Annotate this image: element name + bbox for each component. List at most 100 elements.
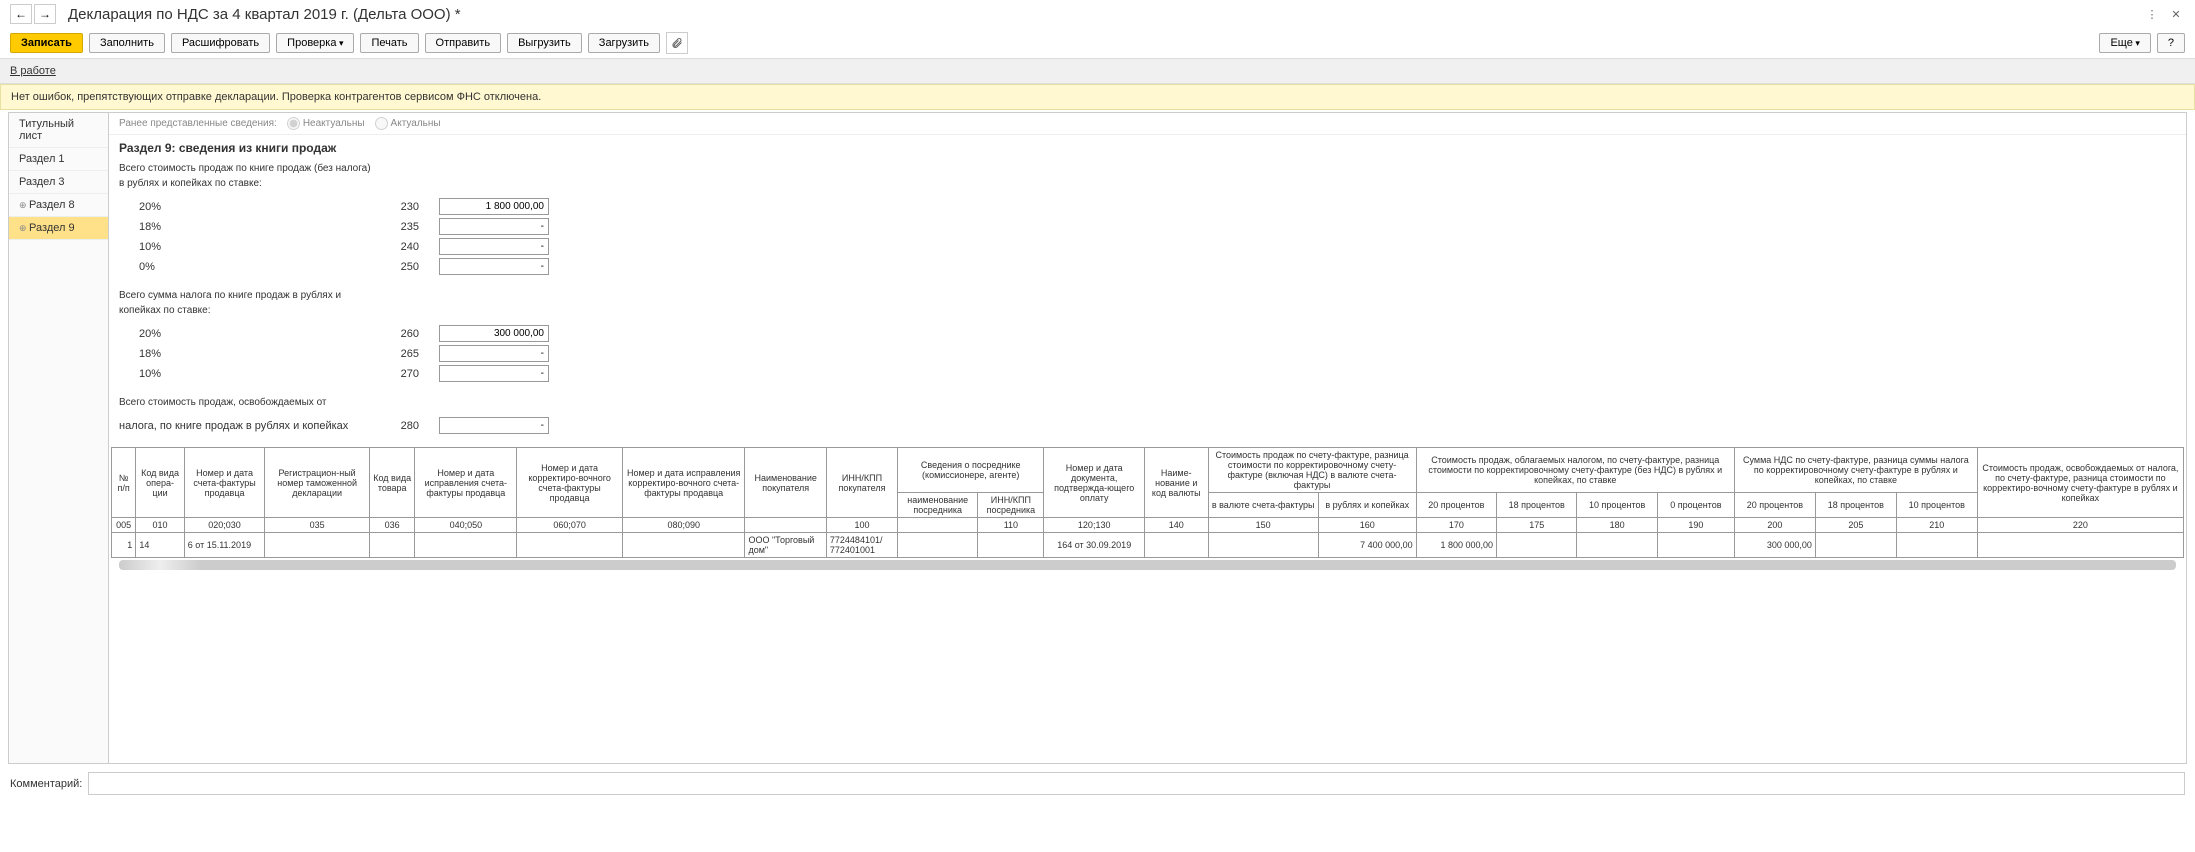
tax-10-value[interactable] [439, 365, 549, 382]
radio-actual[interactable]: Актуальны [375, 117, 441, 130]
exempt-value[interactable] [439, 417, 549, 434]
cell-sf: 6 от 15.11.2019 [184, 533, 265, 558]
exempt-code: 280 [379, 420, 419, 432]
rate-20-value[interactable] [439, 198, 549, 215]
th-n10: 10 процентов [1896, 493, 1977, 518]
code-c15d: 190 [1657, 518, 1734, 533]
th-sum-cur: в валюте счета-фактуры [1208, 493, 1318, 518]
rate-10-label: 10% [119, 241, 379, 253]
desc-sales-b: в рублях и копейках по ставке: [109, 176, 2186, 191]
rate-18-label: 18% [119, 221, 379, 233]
code-c4: 035 [265, 518, 370, 533]
th-vat: Сумма НДС по счету-фактуре, разница сумм… [1734, 448, 1977, 493]
th-sum: Стоимость продаж по счету-фактуре, разни… [1208, 448, 1416, 493]
kebab-icon[interactable]: ⋮ [2143, 5, 2161, 23]
cell-sum-rub: 7 400 000,00 [1318, 533, 1416, 558]
code-c17: 220 [1977, 518, 2183, 533]
send-button[interactable]: Отправить [425, 33, 502, 53]
th-agent: Сведения о посреднике (комиссионере, аге… [898, 448, 1044, 493]
check-button[interactable]: Проверка [276, 33, 354, 53]
th-corr2: Номер и дата корректиро-вочного счета-фа… [517, 448, 623, 518]
comment-input[interactable] [88, 772, 2185, 795]
code-c16a: 200 [1734, 518, 1815, 533]
code-c6: 040;050 [415, 518, 517, 533]
page-title: Декларация по НДС за 4 квартал 2019 г. (… [68, 6, 2143, 23]
th-op: Код вида опера-ции [136, 448, 184, 518]
sidebar-item-section3[interactable]: Раздел 3 [9, 171, 108, 194]
th-goods: Код вида товара [369, 448, 415, 518]
print-button[interactable]: Печать [360, 33, 418, 53]
code-c15c: 180 [1577, 518, 1657, 533]
sidebar-item-title[interactable]: Титульный лист [9, 113, 108, 148]
sidebar-item-section1[interactable]: Раздел 1 [9, 148, 108, 171]
desc-tax: Всего сумма налога по книге продаж в руб… [109, 288, 2186, 303]
back-button[interactable]: ← [10, 4, 32, 24]
th-corr3: Номер и дата исправления корректиро-вочн… [622, 448, 744, 518]
code-c11b: 110 [978, 518, 1044, 533]
th-buyer: Наименование покупателя [745, 448, 826, 518]
th-s18: 18 процентов [1497, 493, 1577, 518]
th-s0: 0 процентов [1657, 493, 1734, 518]
more-button[interactable]: Еще [2099, 33, 2150, 53]
sales-table[interactable]: № п/п Код вида опера-ции Номер и дата сч… [111, 447, 2184, 558]
tax-18-value[interactable] [439, 345, 549, 362]
decode-button[interactable]: Расшифровать [171, 33, 270, 53]
tax-20-value[interactable] [439, 325, 549, 342]
help-button[interactable]: ? [2157, 33, 2185, 53]
status-link[interactable]: В работе [10, 65, 56, 77]
tax-20-label: 20% [119, 328, 379, 340]
code-c5: 036 [369, 518, 415, 533]
record-button[interactable]: Записать [10, 33, 83, 53]
code-c13: 140 [1145, 518, 1208, 533]
th-taxable: Стоимость продаж, облагаемых налогом, по… [1416, 448, 1734, 493]
fill-button[interactable]: Заполнить [89, 33, 165, 53]
code-c1: 005 [112, 518, 136, 533]
th-reg: Регистрацион-ный номер таможенной деклар… [265, 448, 370, 518]
rate-0-value[interactable] [439, 258, 549, 275]
close-icon[interactable]: ✕ [2167, 5, 2185, 23]
rate-10-code: 240 [379, 241, 419, 253]
upload-button[interactable]: Выгрузить [507, 33, 582, 53]
code-c16b: 205 [1815, 518, 1896, 533]
sidebar: Титульный лист Раздел 1 Раздел 3 Раздел … [9, 113, 109, 763]
desc-sales: Всего стоимость продаж по книге продаж (… [109, 161, 2186, 176]
cell-doc: 164 от 30.09.2019 [1044, 533, 1145, 558]
code-c3: 020;030 [184, 518, 265, 533]
code-c14b: 160 [1318, 518, 1416, 533]
cell-inn: 7724484101/ 772401001 [826, 533, 897, 558]
attach-button[interactable] [666, 32, 688, 54]
th-agent-name: наименование посредника [898, 493, 978, 518]
code-c8: 080;090 [622, 518, 744, 533]
rate-20-code: 230 [379, 201, 419, 213]
rate-20-label: 20% [119, 201, 379, 213]
sidebar-item-section8[interactable]: Раздел 8 [9, 194, 108, 217]
info-message: Нет ошибок, препятствующих отправке декл… [0, 84, 2195, 110]
forward-button[interactable]: → [34, 4, 56, 24]
rate-18-value[interactable] [439, 218, 549, 235]
cell-op: 14 [136, 533, 184, 558]
th-exempt: Стоимость продаж, освобождаемых от налог… [1977, 448, 2183, 518]
cell-n20: 300 000,00 [1734, 533, 1815, 558]
sidebar-item-section9[interactable]: Раздел 9 [9, 217, 108, 240]
tax-18-label: 18% [119, 348, 379, 360]
th-sf: Номер и дата счета-фактуры продавца [184, 448, 265, 518]
code-c2: 010 [136, 518, 184, 533]
th-corr1: Номер и дата исправления счета-фактуры п… [415, 448, 517, 518]
horizontal-scrollbar[interactable] [119, 560, 2176, 570]
th-agent-inn: ИНН/КПП посредника [978, 493, 1044, 518]
th-s10: 10 процентов [1577, 493, 1657, 518]
th-doc: Номер и дата документа, подтвержда-ющего… [1044, 448, 1145, 518]
cell-s20: 1 800 000,00 [1416, 533, 1496, 558]
cell-buyer: ООО "Торговый дом" [745, 533, 826, 558]
code-c15a: 170 [1416, 518, 1496, 533]
code-c10: 100 [826, 518, 897, 533]
rate-10-value[interactable] [439, 238, 549, 255]
desc-exempt-b: налога, по книге продаж в рублях и копей… [119, 420, 379, 432]
load-button[interactable]: Загрузить [588, 33, 660, 53]
table-row[interactable]: 1 14 6 от 15.11.2019 ООО "Торговый дом" … [112, 533, 2184, 558]
code-c16c: 210 [1896, 518, 1977, 533]
code-c7: 060;070 [517, 518, 623, 533]
radio-not-actual[interactable]: Неактуальны [287, 117, 365, 130]
th-sum-rub: в рублях и копейках [1318, 493, 1416, 518]
tax-18-code: 265 [379, 348, 419, 360]
